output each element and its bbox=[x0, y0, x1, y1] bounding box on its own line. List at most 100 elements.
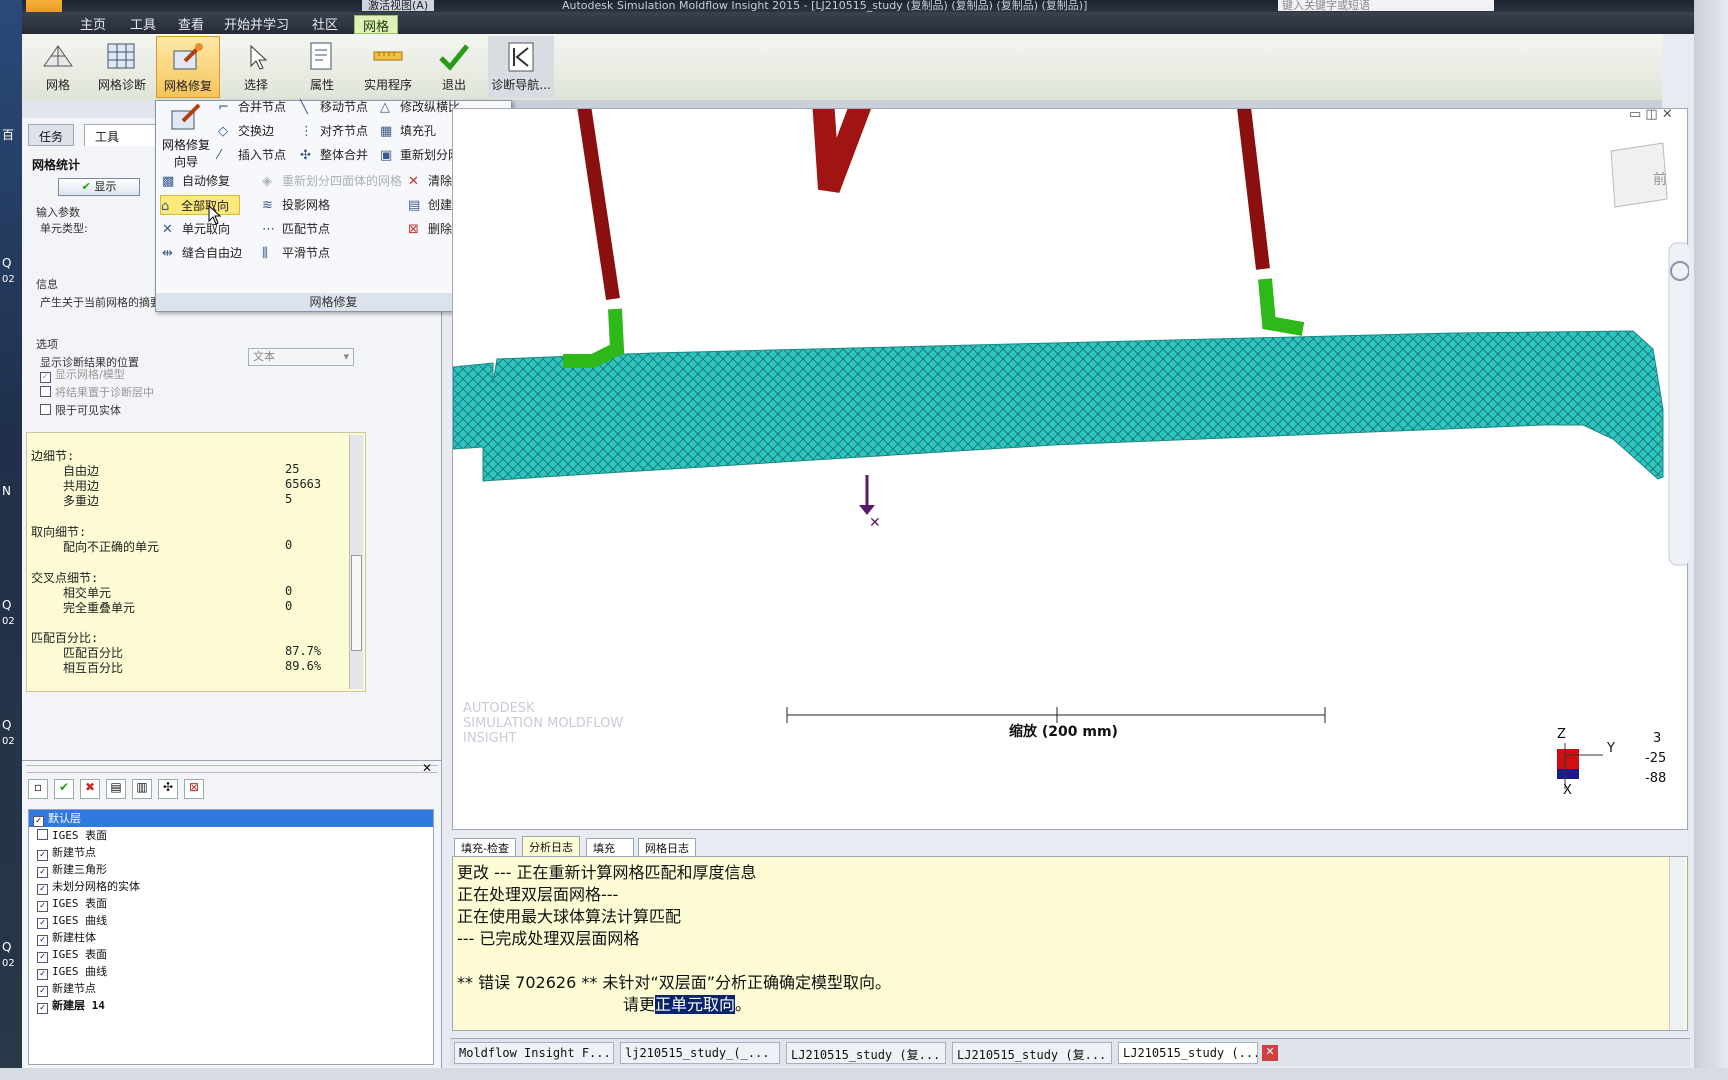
checkbox[interactable]: ✓ bbox=[37, 884, 48, 895]
tab-fill-check[interactable]: 填充-检查 bbox=[454, 838, 516, 858]
layer-item[interactable]: ✓ 新建柱体 bbox=[37, 929, 96, 946]
log-scrollbar[interactable] bbox=[1669, 857, 1685, 1030]
checkbox[interactable]: ✓ bbox=[37, 901, 48, 912]
align-nodes-item[interactable]: ⋮ 对齐节点 bbox=[300, 121, 368, 141]
multi-edges-value: 5 bbox=[285, 492, 293, 506]
layer-name: 默认层 bbox=[48, 812, 81, 825]
checkbox[interactable]: ✓ bbox=[40, 372, 51, 383]
new-layer-icon[interactable]: ▫ bbox=[28, 779, 48, 799]
layer-display-icon[interactable]: ▤ bbox=[106, 779, 126, 799]
document-tab[interactable]: LJ210515_study (... bbox=[1118, 1042, 1258, 1064]
ribbon-utilities-button[interactable]: 实用程序 bbox=[356, 36, 420, 98]
menu-mesh[interactable]: 网格 bbox=[354, 15, 399, 35]
checkbox[interactable]: ✓ bbox=[37, 935, 48, 946]
checkbox[interactable] bbox=[40, 386, 51, 397]
orient-all-item[interactable]: ⌂ 全部取向 bbox=[160, 195, 240, 215]
display-location-select[interactable]: 文本 ▾ bbox=[248, 348, 354, 366]
checkbox[interactable]: ✓ bbox=[37, 969, 48, 980]
layer-item[interactable]: ✓ 新建节点 bbox=[37, 844, 96, 861]
layer-item[interactable]: ✓ 新建层 14 bbox=[37, 997, 105, 1014]
checkbox[interactable] bbox=[40, 404, 51, 415]
tab-tasks[interactable]: 任务 bbox=[28, 124, 75, 146]
layer-item[interactable]: ✓ IGES 表面 bbox=[37, 946, 107, 963]
layer-item[interactable]: ✓ IGES 表面 bbox=[37, 895, 107, 912]
menu-home[interactable]: 主页 bbox=[80, 14, 106, 33]
layer-item[interactable]: ✓ 新建三角形 bbox=[37, 861, 107, 878]
menu-tools[interactable]: 工具 bbox=[130, 14, 156, 33]
menu-view[interactable]: 查看 bbox=[178, 14, 204, 33]
fill-hole-item[interactable]: ▦ 填充孔 bbox=[380, 121, 436, 141]
axis-y-label: Y bbox=[1607, 741, 1615, 756]
delete-layer-icon[interactable]: ✖ bbox=[80, 779, 100, 799]
layers-splitter[interactable] bbox=[26, 765, 438, 773]
layer-item[interactable]: ✓ 未划分网格的实体 bbox=[37, 878, 140, 895]
document-tab[interactable]: LJ210515_study (复... bbox=[952, 1042, 1112, 1064]
document-tab[interactable]: lj210515_study_(_... bbox=[620, 1042, 780, 1064]
report-scrollbar[interactable] bbox=[349, 435, 363, 689]
tab-fill[interactable]: 填充 bbox=[586, 838, 634, 858]
layer-name: IGES 表面 bbox=[52, 897, 108, 910]
tab-mesh-log[interactable]: 网格日志 bbox=[638, 838, 696, 858]
modify-aspect-icon: △ bbox=[380, 100, 390, 115]
utilities-icon bbox=[373, 51, 403, 61]
scrollbar-thumb[interactable] bbox=[351, 555, 362, 651]
checkbox[interactable]: ✓ bbox=[37, 867, 48, 878]
close-icon[interactable]: ✕ bbox=[1262, 1045, 1278, 1061]
swap-edge-item[interactable]: ◇ 交换边 bbox=[218, 121, 274, 141]
menu-community[interactable]: 社区 bbox=[312, 14, 338, 33]
stitch-free-edges-item[interactable]: ⇹ 缝合自由边 bbox=[162, 243, 242, 263]
show-button[interactable]: ✔ 显示 bbox=[58, 178, 140, 196]
overlap-label: 完全重叠单元 bbox=[63, 601, 136, 615]
checkbox[interactable]: ✓ bbox=[37, 1003, 48, 1014]
ribbon-mesh-button[interactable]: 网格 bbox=[26, 36, 90, 98]
overlap-value: 0 bbox=[285, 599, 293, 613]
ribbon-mesh-repair-button[interactable]: 网格修复 bbox=[156, 36, 220, 98]
show-mesh-option[interactable]: ✓ 显示网格/模型 bbox=[40, 366, 125, 383]
checkbox[interactable]: ✓ bbox=[33, 816, 44, 827]
clean-layer-icon[interactable]: ⊠ bbox=[184, 779, 204, 799]
tab-tools[interactable]: 工具 bbox=[84, 124, 156, 146]
project-mesh-item[interactable]: ≋ 投影网格 bbox=[262, 195, 330, 215]
checkbox[interactable]: ✓ bbox=[37, 918, 48, 929]
layer-name: IGES 曲线 bbox=[52, 965, 108, 978]
ribbon-properties-button[interactable]: 属性 bbox=[290, 36, 354, 98]
merge-nodes-item[interactable]: ⌐ 合并节点 bbox=[218, 97, 286, 117]
item-label: 合并节点 bbox=[238, 100, 287, 114]
document-tab[interactable]: Moldflow Insight F... bbox=[454, 1042, 614, 1064]
close-icon[interactable]: ✕ bbox=[422, 761, 432, 775]
layer-item[interactable]: ✓ IGES 曲线 bbox=[37, 912, 107, 929]
checkbox[interactable]: ✓ bbox=[37, 986, 48, 997]
checkbox[interactable]: ✓ bbox=[37, 850, 48, 861]
ribbon-exit-button[interactable]: 退出 bbox=[422, 36, 486, 98]
checkbox[interactable]: ✓ bbox=[37, 952, 48, 963]
layer-item[interactable]: ✓ 新建节点 bbox=[37, 980, 96, 997]
insert-node-item[interactable]: ⁄ 插入节点 bbox=[218, 145, 286, 165]
place-layer-option[interactable]: 将结果置于诊断层中 bbox=[40, 384, 154, 400]
modify-aspect-item[interactable]: △ 修改纵横比 bbox=[380, 97, 460, 117]
layer-item[interactable]: IGES 表面 bbox=[37, 827, 107, 844]
nav-bar[interactable] bbox=[1668, 242, 1692, 566]
smooth-nodes-item[interactable]: ⫼ 平滑节点 bbox=[262, 243, 330, 263]
checkbox[interactable] bbox=[37, 829, 48, 840]
layer-item[interactable]: ✓ 默认层 bbox=[29, 810, 433, 827]
ribbon-diagnostic-navigator-button[interactable]: 诊断导航... bbox=[488, 36, 554, 98]
repair-wizard-button[interactable]: 网格修复 向导 bbox=[158, 103, 214, 169]
menu-getting-started[interactable]: 开始并学习 bbox=[224, 14, 289, 33]
assign-layer-icon[interactable]: ▥ bbox=[132, 779, 152, 799]
viewport-window-controls[interactable]: ▭ ◫ ✕ bbox=[1629, 107, 1673, 122]
global-merge-item[interactable]: ✣ 整体合并 bbox=[300, 145, 368, 165]
search-input[interactable]: 键入关键字或短语 bbox=[1278, 0, 1494, 12]
activate-layer-icon[interactable]: ✔ bbox=[54, 779, 74, 799]
limit-visible-option[interactable]: 限于可见实体 bbox=[40, 402, 121, 418]
layer-item[interactable]: ✓ IGES 曲线 bbox=[37, 963, 107, 980]
tab-analysis-log[interactable]: 分析日志 bbox=[522, 836, 580, 858]
move-nodes-item[interactable]: ╲ 移动节点 bbox=[300, 97, 368, 117]
model-viewport[interactable]: ✕ AUTODESK SIMULATION MOLDFLOW INSIGHT 缩… bbox=[452, 95, 1692, 830]
document-tab[interactable]: LJ210515_study (复... bbox=[786, 1042, 946, 1064]
match-nodes-item[interactable]: ⋯ 匹配节点 bbox=[262, 219, 330, 239]
ribbon-select-button[interactable]: 选择 bbox=[224, 36, 288, 98]
active-view-dropdown[interactable]: 激活视图(A) bbox=[362, 0, 435, 12]
ribbon-mesh-diagnostic-button[interactable]: 网格诊断 bbox=[90, 36, 154, 98]
expand-layer-icon[interactable]: ✣ bbox=[158, 779, 178, 799]
auto-repair-item[interactable]: ▩ 自动修复 bbox=[162, 171, 230, 191]
